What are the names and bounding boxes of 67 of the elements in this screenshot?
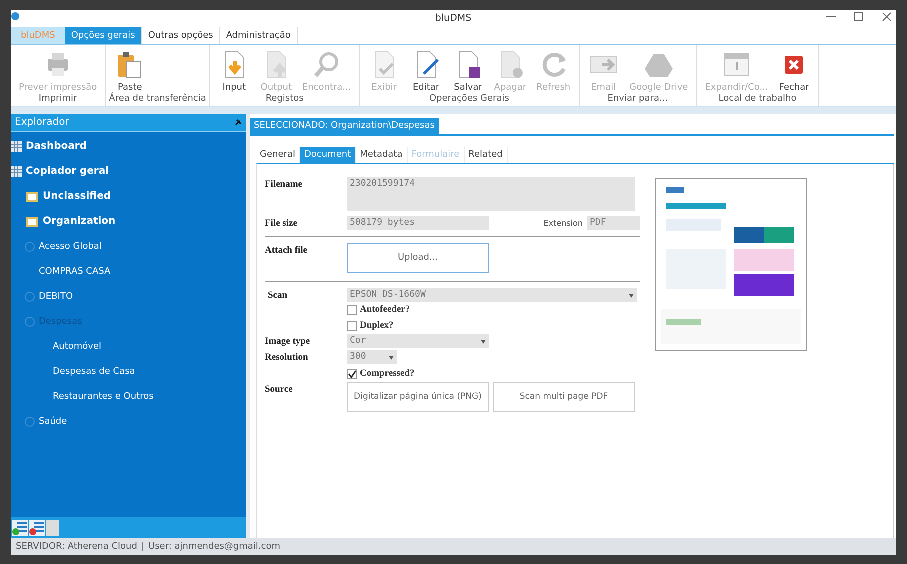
user-label: User: ajnmendes@gmail.com — [148, 542, 280, 552]
file-size-field[interactable]: 508179 bytes — [347, 216, 489, 230]
filename-field[interactable]: 230201599174 — [347, 177, 635, 211]
field-label: File size — [265, 218, 298, 229]
checkbox-label: Compressed? — [360, 369, 415, 379]
ribbon-button[interactable]: Paste — [109, 45, 152, 94]
ribbon-button[interactable]: Editar — [405, 45, 448, 94]
tree-item[interactable]: DEBITO — [39, 292, 74, 302]
pin-icon[interactable] — [234, 118, 242, 126]
checkbox-label: Autofeeder? — [360, 305, 410, 315]
group-title: Registos — [264, 94, 305, 106]
checkbox[interactable] — [347, 305, 357, 315]
tree-item[interactable]: Despesas de Casa — [53, 366, 136, 376]
document-tab[interactable]: SELECCIONADO: Organization\Despesas — [250, 118, 439, 134]
remove-list-icon[interactable] — [29, 520, 45, 536]
checkbox[interactable] — [347, 321, 357, 331]
tree-item[interactable]: Copiador geral — [26, 166, 110, 177]
group-title: Imprimir — [38, 94, 78, 106]
tree-item[interactable]: Automóvel — [53, 342, 102, 352]
dropdown-arrow-icon — [481, 340, 486, 344]
close-icon[interactable] — [882, 10, 892, 24]
resolution-dropdown[interactable]: 300 — [347, 350, 397, 364]
image-type-dropdown[interactable]: Cor — [347, 334, 489, 348]
field-label: Image type — [265, 336, 312, 347]
field-label: Source — [265, 384, 294, 395]
server-label: SERVIDOR: Atherena Cloud — [16, 542, 138, 552]
field-label: Filename — [265, 179, 304, 190]
scanner-dropdown[interactable]: EPSON DS-1660W — [347, 288, 637, 302]
field-label: Scan — [267, 290, 289, 301]
window-title: bluDMS — [435, 13, 472, 24]
dropdown-arrow-icon — [629, 294, 634, 298]
group-title: Local de trabalho — [718, 94, 798, 106]
ribbon-tab[interactable]: Opções gerais — [65, 27, 142, 44]
tree-item[interactable]: Organization — [43, 216, 116, 227]
checkbox-label: Duplex? — [360, 321, 394, 331]
extension-field[interactable]: PDF — [587, 216, 640, 230]
group-title: Área de transferência — [109, 94, 206, 106]
tree-item[interactable]: Dashboard — [26, 141, 87, 152]
ribbon-button[interactable]: Fechar — [773, 45, 816, 94]
group-title: Operações Gerais — [428, 94, 510, 106]
tree-item[interactable]: Unclassified — [43, 191, 112, 202]
maximize-icon[interactable] — [854, 10, 864, 24]
dropdown-arrow-icon — [389, 356, 394, 360]
scan-button[interactable]: Scan multi page PDF — [493, 382, 635, 412]
app-icon — [11, 12, 20, 21]
field-label: Extension — [544, 219, 583, 228]
tree-item[interactable]: Saúde — [39, 416, 68, 426]
folder-icon — [25, 190, 39, 203]
tree-item[interactable]: COMPRAS CASA — [39, 266, 111, 276]
ribbon-button[interactable]: Input — [213, 45, 256, 94]
check-icon — [348, 370, 356, 378]
upload-button[interactable]: Upload... — [347, 243, 489, 273]
separator: | — [141, 542, 144, 552]
field-label: Attach file — [265, 245, 308, 256]
tree-item[interactable]: Acesso Global — [39, 242, 102, 252]
tree-item[interactable]: Restaurantes e Outros — [53, 392, 154, 402]
grid-icon — [11, 141, 22, 152]
field-label: Resolution — [265, 352, 310, 363]
panel-title: Explorador — [15, 117, 70, 128]
ribbon-button[interactable]: Salvar — [447, 45, 490, 94]
scan-button[interactable]: Digitalizar página única (PNG) — [347, 382, 489, 412]
detail-tab[interactable]: Document — [300, 147, 356, 163]
group-title: Enviar para... — [606, 94, 670, 106]
checkbox[interactable] — [347, 369, 357, 379]
folder-icon — [25, 215, 39, 228]
list-icon[interactable] — [46, 520, 59, 536]
add-list-icon[interactable] — [12, 520, 28, 536]
